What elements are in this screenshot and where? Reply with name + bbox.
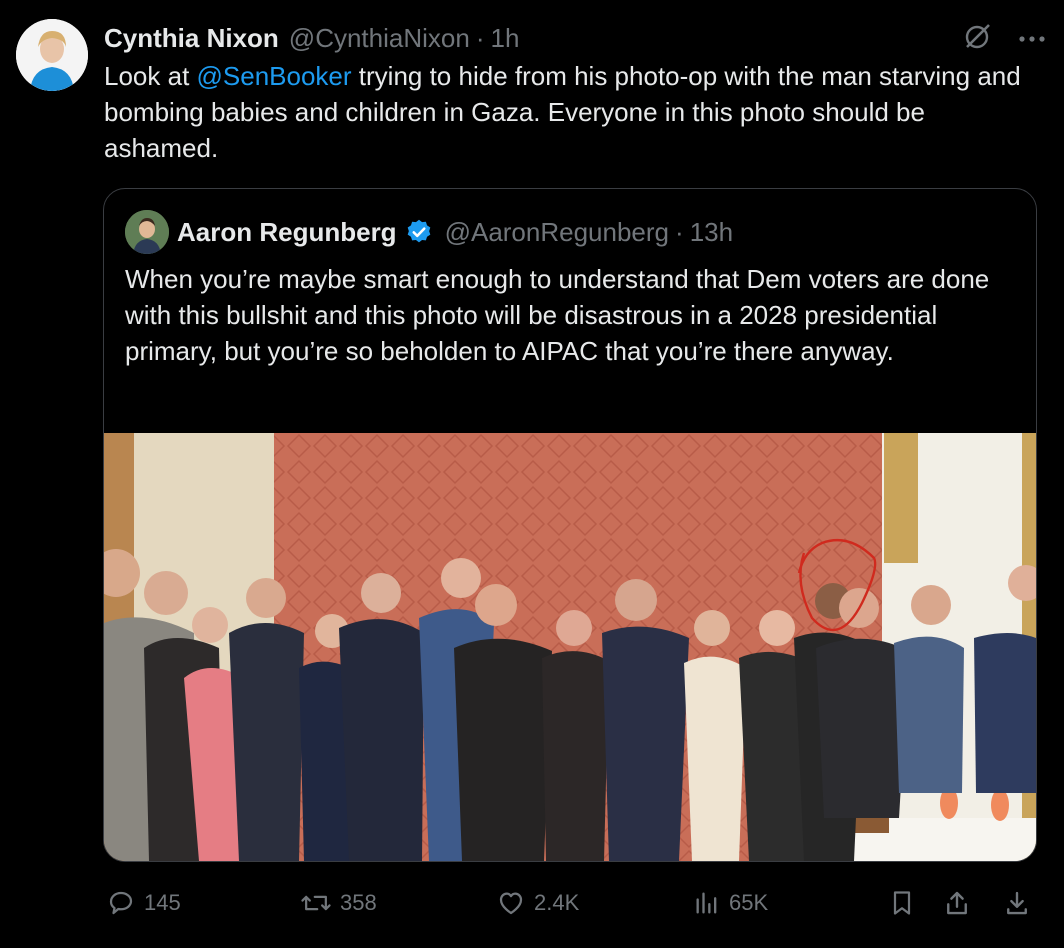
repost-icon <box>301 895 331 911</box>
author-avatar[interactable] <box>16 19 88 91</box>
mention-link[interactable]: @SenBooker <box>197 61 352 91</box>
separator-dot: · <box>475 22 485 53</box>
like-button[interactable]: 2.4K <box>496 880 579 926</box>
verified-icon <box>405 218 433 246</box>
reply-icon <box>109 891 133 915</box>
download-icon <box>1007 891 1027 915</box>
tweet-text: Look at @SenBooker trying to hide from h… <box>104 58 1044 166</box>
quote-author-avatar[interactable] <box>125 210 169 254</box>
bookmark-button[interactable] <box>888 880 916 926</box>
view-count: 65K <box>729 890 769 915</box>
views-icon <box>696 892 717 914</box>
tweet-actions: 145 358 2.4K 65K <box>0 880 1064 926</box>
grok-icon[interactable] <box>962 22 992 57</box>
download-button[interactable] <box>1002 880 1032 926</box>
quote-author-name[interactable]: Aaron Regunberg <box>177 217 397 248</box>
author-handle[interactable]: @CynthiaNixon <box>289 23 470 54</box>
share-icon <box>947 891 967 915</box>
quote-text: When you’re maybe smart enough to unders… <box>125 264 990 366</box>
repost-button[interactable]: 358 <box>300 880 377 926</box>
quote-header: Aaron Regunberg @AaronRegunberg · 13h <box>177 213 733 251</box>
quote-photo[interactable] <box>104 433 1036 861</box>
reply-count: 145 <box>144 890 181 915</box>
tweet-time[interactable]: 1h <box>491 23 520 54</box>
views-button[interactable]: 65K <box>693 880 768 926</box>
author-name[interactable]: Cynthia Nixon <box>104 23 279 54</box>
quoted-tweet[interactable]: Aaron Regunberg @AaronRegunberg · 13h Wh… <box>103 188 1037 862</box>
reply-button[interactable]: 145 <box>106 880 181 926</box>
tweet-top-icons <box>962 22 1046 57</box>
bookmark-icon <box>893 891 911 915</box>
share-button[interactable] <box>942 880 972 926</box>
quote-separator-dot: · <box>675 216 684 247</box>
quote-author-handle[interactable]: @AaronRegunberg <box>445 217 669 248</box>
tweet-text-before: Look at <box>104 61 197 91</box>
quote-time[interactable]: 13h <box>690 217 733 248</box>
repost-count: 358 <box>340 890 377 915</box>
more-icon[interactable] <box>1018 31 1046 49</box>
like-icon <box>499 892 523 915</box>
tweet-header: Cynthia Nixon @CynthiaNixon · 1h <box>104 20 519 56</box>
like-count: 2.4K <box>534 890 580 915</box>
